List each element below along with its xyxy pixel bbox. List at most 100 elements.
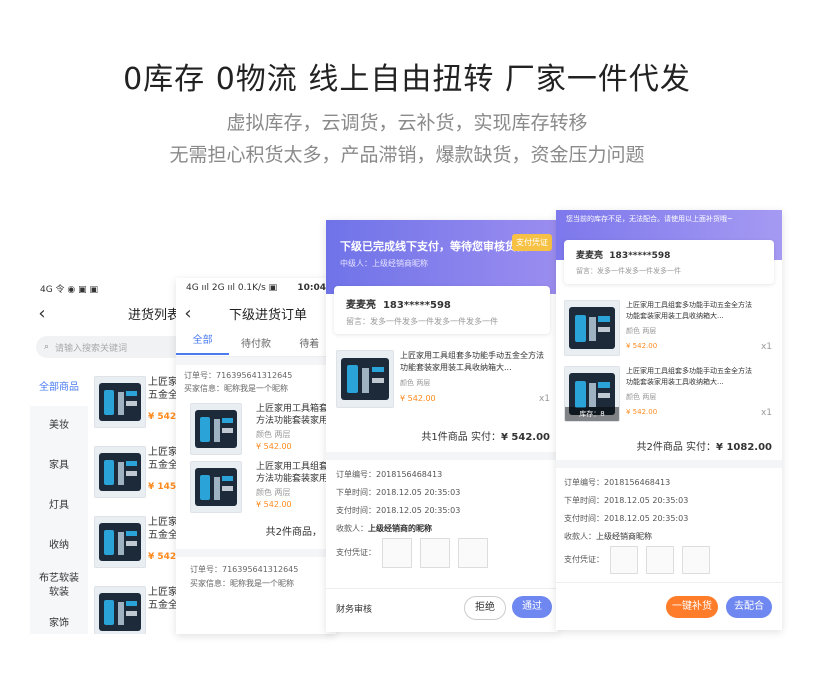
info-label: 支付凭证： xyxy=(564,555,604,564)
total-value: ¥ 542.00 xyxy=(500,432,550,443)
payment-proof-image[interactable] xyxy=(382,538,412,568)
status-icons: 4G 令 ◉ ▣ ▣ xyxy=(40,284,99,295)
order-card[interactable]: 订单号：716395641312645 买家信息：昵称我是一个昵称 xyxy=(176,365,336,399)
product-image xyxy=(190,403,242,455)
product-price: ¥ 542. xyxy=(148,552,180,562)
hero-subtitle-1: 虚拟库存，云调货，云补货，实现库存转移 xyxy=(226,112,588,134)
product-name: 上匠家用工具箱套 xyxy=(256,404,329,414)
payment-proof-image[interactable] xyxy=(458,538,488,568)
order-info: 订单编号：2018156468413 下单时间：2018.12.05 20:35… xyxy=(336,466,488,568)
order-item[interactable]: 上匠家用工具箱套 方法功能套装家用 颜色 两层 ¥ 542.00 xyxy=(176,399,336,457)
category-label: 软装 xyxy=(49,587,69,598)
order-info: 订单编号：2018156468413 下单时间：2018.12.05 20:35… xyxy=(564,474,710,574)
payment-proof-image[interactable] xyxy=(682,546,710,574)
category-sidebar: 全部商品 美妆 家具 灯具 收纳 布艺软装 软装 家饰 xyxy=(30,370,88,634)
order-item[interactable]: 上匠家用工具组套多功能手动五金全方法 功能套装家用装工具收纳箱大... 颜色 两层… xyxy=(326,342,558,416)
info-label: 下单时间： xyxy=(564,496,604,505)
order-number: 订单号：716395641312645 xyxy=(190,565,299,574)
product-price: ¥ 542.00 xyxy=(256,500,292,509)
info-value: 2018.12.05 20:35:03 xyxy=(376,506,461,515)
product-spec: 颜色 两层 xyxy=(256,430,291,439)
stock-badge: 库存：8 xyxy=(565,407,619,421)
info-label: 支付时间： xyxy=(564,514,604,523)
info-label: 订单编号： xyxy=(336,470,376,479)
product-name: 上匠家 xyxy=(148,517,178,528)
info-label: 支付凭证： xyxy=(336,548,376,557)
category-item[interactable]: 家饰 xyxy=(30,606,88,634)
product-price: ¥ 542.00 xyxy=(256,442,292,451)
total-label: 共1件商品 实付： xyxy=(421,432,501,443)
status-signal: 4G ııl 2G ııl 0.1K/s ▣ xyxy=(186,283,278,293)
order-summary: 共2件商品， xyxy=(265,527,322,538)
payment-proof-image[interactable] xyxy=(646,546,674,574)
payment-proof-image[interactable] xyxy=(420,538,450,568)
reject-button[interactable]: 拒绝 xyxy=(464,596,506,620)
info-label: 下单时间： xyxy=(336,488,376,497)
info-value: 2018.12.05 20:35:03 xyxy=(604,496,689,505)
product-name: 上匠家用工具组套 xyxy=(256,462,329,472)
purchase-list-screen: 4G 令 ◉ ▣ ▣ ‹ 进货列表 ⌕ 请输入搜索关键词 全部商品 美妆 家具 … xyxy=(30,278,190,634)
product-image xyxy=(94,516,146,568)
footer-label: 财务审核 xyxy=(336,605,373,615)
page-title: 下级进货订单 xyxy=(228,307,307,323)
payment-proof-image[interactable] xyxy=(610,546,638,574)
product-name: 五金全 xyxy=(148,530,178,541)
info-label: 订单编号： xyxy=(564,478,604,487)
back-icon[interactable]: ‹ xyxy=(176,303,200,324)
search-placeholder: 请输入搜索关键词 xyxy=(55,343,128,354)
contact-name: 麦麦亮 xyxy=(346,300,376,311)
info-value: 2018.12.05 20:35:03 xyxy=(376,488,461,497)
product-name: 五金全 xyxy=(148,460,178,471)
category-item[interactable]: 美妆 xyxy=(30,406,88,446)
contact-note: 留言：发多一件发多一件发多一件发多一件 xyxy=(346,317,498,326)
header: ‹ 下级进货订单 xyxy=(176,298,336,328)
category-item[interactable]: 收纳 xyxy=(30,526,88,566)
status-bar: 4G 令 ◉ ▣ ▣ xyxy=(30,278,190,298)
product-quantity: x1 xyxy=(760,342,772,352)
product-image xyxy=(564,300,620,356)
product-desc: 功能套装家用装工具收纳箱大... xyxy=(626,312,724,320)
category-label: 布艺软装 xyxy=(39,573,79,584)
order-item[interactable]: 上匠家用工具组套 方法功能套装家用 颜色 两层 ¥ 542.00 xyxy=(176,457,336,523)
info-value: 上级经销商昵称 xyxy=(596,532,652,541)
buyer-info: 买家信息：昵称我是一个昵称 xyxy=(190,579,294,588)
product-desc: 功能套装家用装工具收纳箱大... xyxy=(400,363,512,372)
product-quantity: x1 xyxy=(538,394,550,404)
product-name: 上匠家用工具组套多功能手动五金全方法 xyxy=(400,351,544,360)
approve-button[interactable]: 通过 xyxy=(512,596,552,618)
product-desc: 功能套装家用装工具收纳箱大... xyxy=(626,378,724,386)
payment-proof-button[interactable]: 支付凭证 xyxy=(512,234,552,251)
product-desc: 方法功能套装家用 xyxy=(256,474,329,484)
one-click-restock-button[interactable]: 一键补货 xyxy=(666,596,718,618)
product-spec: 颜色 两层 xyxy=(626,393,657,401)
order-card[interactable]: 订单号：716395641312645 买家信息：昵称我是一个昵称 xyxy=(176,557,336,597)
product-name: 上匠家 xyxy=(148,377,178,388)
contact-phone: 183*****598 xyxy=(609,251,671,261)
product-name: 上匠家用工具组套多功能手动五金全方法 xyxy=(626,367,752,375)
product-name: 上匠家 xyxy=(148,587,178,598)
tab-pending-payment[interactable]: 待付款 xyxy=(229,335,282,350)
status-time: 10:04 xyxy=(297,283,326,293)
search-input[interactable]: ⌕ 请输入搜索关键词 xyxy=(36,336,184,358)
total-value: ¥ 1082.00 xyxy=(716,442,772,453)
order-item[interactable]: 上匠家用工具组套多功能手动五金全方法 功能套装家用装工具收纳箱大... 颜色 两层… xyxy=(556,296,782,360)
product-image xyxy=(94,376,146,428)
status-bar: 4G ııl 2G ııl 0.1K/s ▣ 10:04 xyxy=(176,278,336,298)
order-total: 共1件商品 实付：¥ 542.00 xyxy=(421,428,550,443)
product-desc: 方法功能套装家用 xyxy=(256,416,329,426)
order-number: 订单号：716395641312645 xyxy=(184,371,293,380)
sub-order-screen: 4G ııl 2G ııl 0.1K/s ▣ 10:04 ‹ 下级进货订单 全部… xyxy=(176,278,336,634)
category-all[interactable]: 全部商品 xyxy=(30,370,88,406)
category-item[interactable]: 布艺软装 软装 xyxy=(30,566,88,606)
go-match-button[interactable]: 去配合 xyxy=(726,596,772,618)
contact-note: 留言：发多一件发多一件发多一件 xyxy=(576,267,681,275)
order-item[interactable]: 库存：8 上匠家用工具组套多功能手动五金全方法 功能套装家用装工具收纳箱大... … xyxy=(556,362,782,426)
product-image xyxy=(336,350,394,408)
contact-card: 麦麦亮 183*****598 留言：发多一件发多一件发多一件 xyxy=(564,240,774,284)
back-icon[interactable]: ‹ xyxy=(30,303,54,324)
info-label: 支付时间： xyxy=(336,506,376,515)
category-item[interactable]: 灯具 xyxy=(30,486,88,526)
tab-all[interactable]: 全部 xyxy=(176,329,230,355)
page-title: 进货列表 xyxy=(127,307,180,323)
category-item[interactable]: 家具 xyxy=(30,446,88,486)
